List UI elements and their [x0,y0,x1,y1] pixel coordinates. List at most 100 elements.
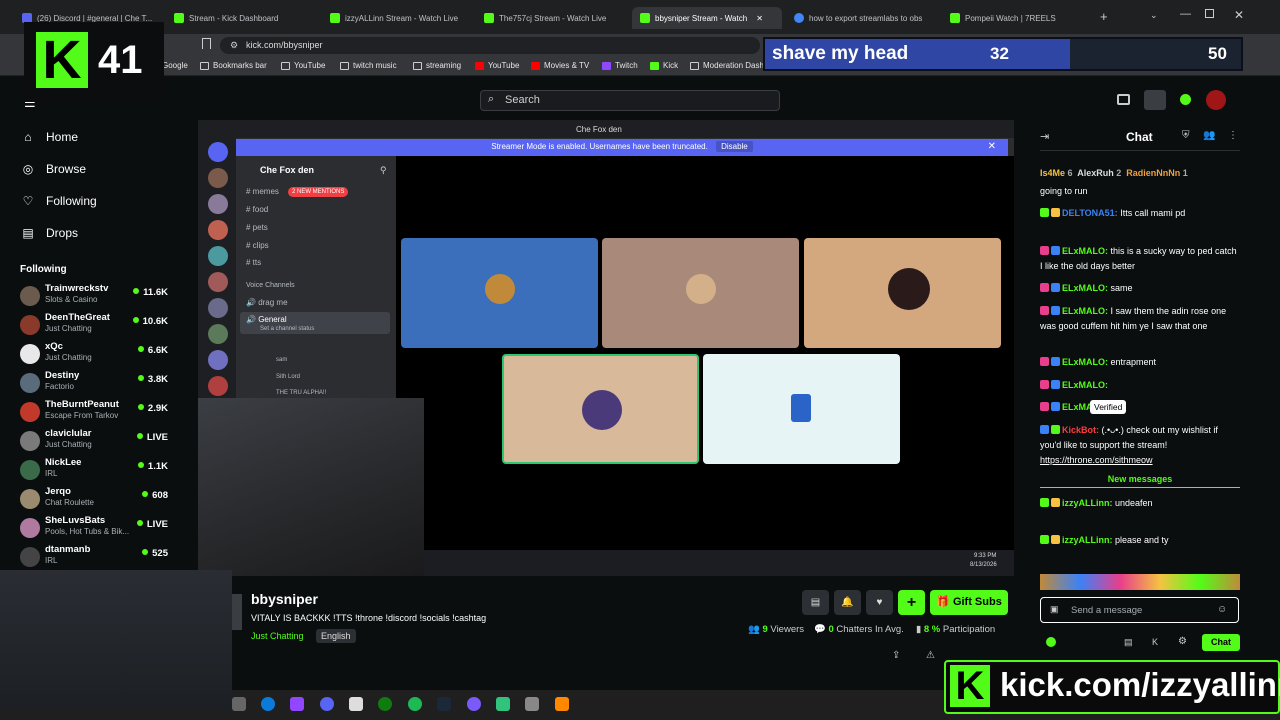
nav-following[interactable]: ♡ Following [22,194,97,208]
more-options-icon[interactable]: ⋮ [1228,130,1238,141]
bookmark-item[interactable]: Google [162,61,188,70]
steam-icon[interactable] [437,697,451,711]
channel-memes[interactable]: # memes [246,187,279,196]
call-tile[interactable] [401,238,598,348]
new-messages-divider[interactable]: New messages [1040,474,1240,488]
minimize-icon[interactable]: — [1180,8,1191,20]
browser-tab[interactable]: izzyALLinn Stream - Watch Live [322,7,470,29]
server-icon[interactable] [208,376,228,396]
following-item[interactable]: xQc Just Chatting 6.6K [20,341,170,369]
following-item[interactable]: DeenTheGreat Just Chatting 10.6K [20,312,170,340]
bookmark-item[interactable]: YouTube [475,61,519,70]
call-tile[interactable] [703,354,900,464]
bookmark-item[interactable]: Kick [650,61,678,70]
maximize-icon[interactable] [1205,9,1214,18]
voice-channel-drag-me[interactable]: 🔊 drag me [246,298,288,307]
channel-status[interactable]: Set a channel status [260,326,314,332]
call-tile[interactable] [804,238,1001,348]
search-input[interactable]: Search [480,90,780,111]
bookmark-item[interactable]: Movies & TV [531,61,589,70]
server-icon[interactable] [208,220,228,240]
server-icon[interactable] [208,194,228,214]
notification-bell-icon[interactable]: 🔔 [834,590,861,615]
following-item[interactable]: Trainwreckstv Slots & Casino 11.6K [20,283,170,311]
report-icon[interactable]: ⚠ [926,650,935,661]
stream-category[interactable]: Just Chatting [251,631,304,641]
browser-tab[interactable]: Pompeii Watch | 7REELS [942,7,1092,29]
emote-bar[interactable] [1040,574,1240,590]
channel-pets[interactable]: # pets [246,223,268,232]
bookmark-item[interactable]: YouTube [281,61,325,70]
obs-icon[interactable] [467,697,481,711]
add-user-icon[interactable]: ⚲ [380,165,387,176]
stream-language-tag[interactable]: English [316,629,356,643]
bookmark-item[interactable]: streaming [413,61,461,70]
channel-clips[interactable]: # clips [246,241,269,250]
following-item[interactable]: TheBurntPeanut Escape From Tarkov 2.9K [20,399,170,427]
bookmark-item[interactable]: twitch music [340,61,397,70]
settings-gear-icon[interactable]: ⚙ [1178,636,1187,647]
kick-coin-icon[interactable] [1180,94,1191,105]
browser-tab[interactable]: Stream - Kick Dashboard [166,7,316,29]
following-item[interactable]: dtanmanb IRL 525 [20,544,170,572]
browser-tab[interactable]: The757cj Stream - Watch Live [476,7,624,29]
kick-points-icon[interactable] [1046,637,1056,647]
following-item[interactable]: Jerqo Chat Roulette 608 [20,486,170,514]
studio-icon[interactable] [1117,94,1130,105]
server-icon[interactable] [208,350,228,370]
bookmark-icon[interactable] [202,38,211,49]
throne-link[interactable]: https://throne.com/sithmeow [1040,455,1153,465]
streamer-name[interactable]: bbysniper [251,591,318,607]
bookmark-item[interactable]: Moderation Dash [690,61,764,70]
shield-icon[interactable]: ⛨ [1182,130,1190,141]
voice-channel-general[interactable]: 🔊 General [246,315,287,324]
nav-drops[interactable]: ▤ Drops [22,226,78,240]
chat-message-input[interactable]: Send a message [1040,597,1239,623]
chat-mode-icon[interactable]: ▤ [1124,637,1133,648]
browser-tab[interactable]: how to export streamlabs to obs [786,7,936,29]
following-item[interactable]: Destiny Factorio 3.8K [20,370,170,398]
close-banner-icon[interactable]: ✕ [988,141,996,152]
channel-food[interactable]: # food [246,205,268,214]
following-item[interactable]: SheLuvsBats Pools, Hot Tubs & Bik... LIVE [20,515,170,543]
discord-home-icon[interactable] [208,142,228,162]
app-icon[interactable] [496,697,510,711]
disable-streamer-mode-button[interactable]: Disable [716,141,753,152]
gift-subs-button[interactable]: 🎁 Gift Subs [930,590,1008,615]
server-name[interactable]: Che Fox den [260,165,314,175]
nav-home[interactable]: ⌂ Home [22,130,78,144]
app-icon[interactable] [525,697,539,711]
close-tab-icon[interactable]: ✕ [756,14,763,23]
call-tile-speaking[interactable] [502,354,699,464]
new-tab-icon[interactable]: + [1100,9,1108,24]
dashboard-icon[interactable] [1144,90,1166,110]
clip-button[interactable]: ▤ [802,590,829,615]
mentions-badge[interactable]: 2 NEW MENTIONS [288,187,349,197]
users-icon[interactable]: 👥 [1203,130,1215,141]
browser-tab-active[interactable]: bbysniper Stream - Watch ✕ [632,7,782,29]
channel-tts[interactable]: # tts [246,258,261,267]
server-icon[interactable] [208,272,228,292]
url-field[interactable]: kick.com/bbysniper [220,37,760,54]
following-item[interactable]: NickLee IRL 1.1K [20,457,170,485]
close-window-icon[interactable]: ✕ [1234,8,1244,22]
bookmark-item[interactable]: Bookmarks bar [200,61,267,70]
discord-icon[interactable] [320,697,334,711]
collapse-chat-icon[interactable]: ⇥ [1040,130,1049,143]
tab-list-icon[interactable]: ⌄ [1150,10,1158,21]
voice-channels-header[interactable]: Voice Channels [246,282,295,289]
site-info-icon[interactable]: ⚙ [230,40,238,51]
subscribe-plus-button[interactable]: + [898,590,925,615]
emoji-icon[interactable]: ☺ [1217,604,1227,615]
chat-send-button[interactable]: Chat [1202,634,1240,651]
audio-icon[interactable] [349,697,363,711]
server-icon[interactable] [208,298,228,318]
nav-browse[interactable]: ◎ Browse [22,162,86,176]
kick-k-icon[interactable]: K [1152,637,1158,647]
chat-badge-icon[interactable]: ▣ [1050,604,1059,615]
following-item[interactable]: claviclular Just Chatting LIVE [20,428,170,456]
call-tile[interactable] [602,238,799,348]
server-icon[interactable] [208,246,228,266]
twitch-icon[interactable] [290,697,304,711]
follow-heart-icon[interactable]: ♥ [866,590,893,615]
